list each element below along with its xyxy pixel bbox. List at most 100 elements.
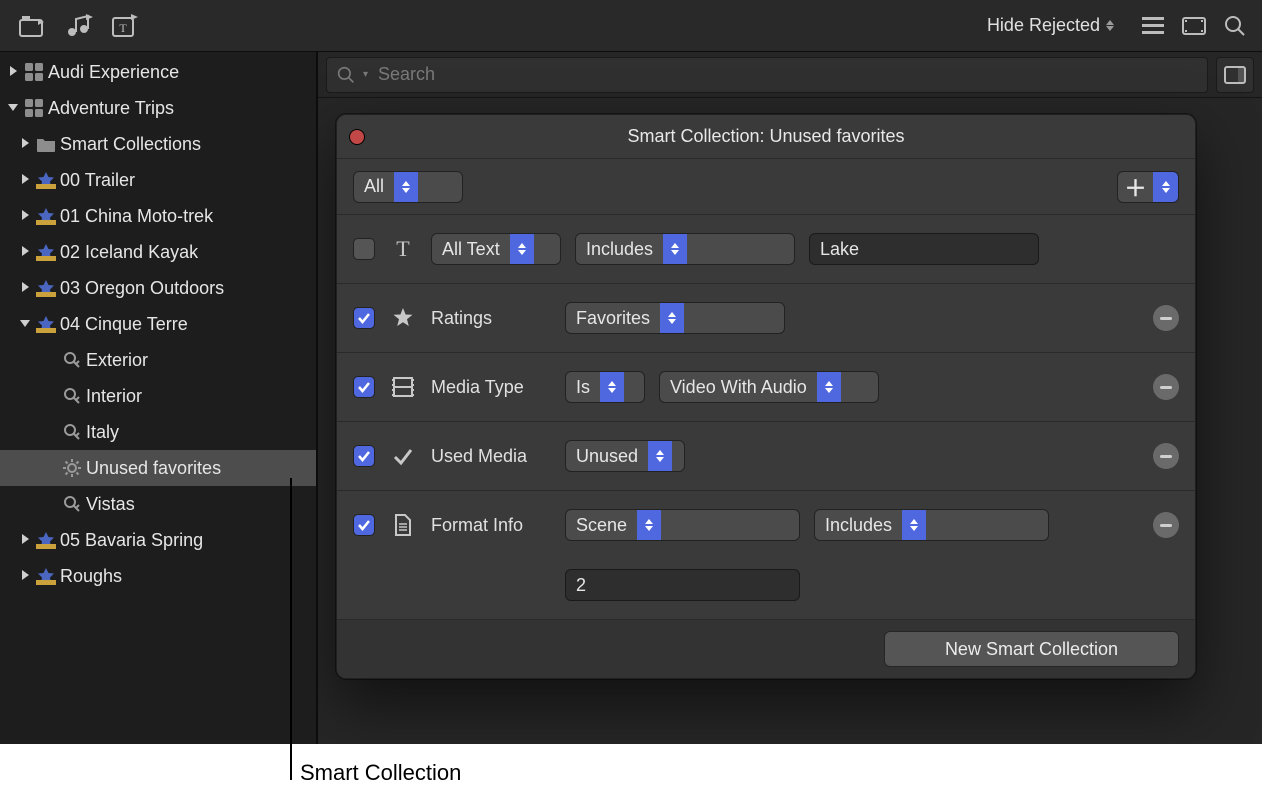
remove-rule-button[interactable]: [1153, 305, 1179, 331]
sidebar-item[interactable]: 02 Iceland Kayak: [0, 234, 316, 270]
sidebar-item-label: Smart Collections: [60, 134, 201, 155]
disclosure-triangle-icon[interactable]: [18, 570, 32, 583]
search-bar: ▾: [318, 52, 1262, 98]
rule-enabled-checkbox[interactable]: [353, 238, 375, 260]
library-sidebar: Audi Experience Adventure Trips Smart Coll…: [0, 52, 318, 744]
disclosure-triangle-icon[interactable]: [18, 318, 32, 330]
match-mode-select[interactable]: All: [353, 171, 463, 203]
keyword-icon: [58, 387, 86, 405]
sidebar-item[interactable]: 04 Cinque Terre: [0, 306, 316, 342]
sidebar-item-label: Adventure Trips: [48, 98, 174, 119]
text-icon: T: [389, 236, 417, 262]
sidebar-item[interactable]: Smart Collections: [0, 126, 316, 162]
check-icon: [389, 445, 417, 467]
rule-select[interactable]: Unused: [565, 440, 685, 472]
event-icon: [32, 531, 60, 549]
filmstrip-view-icon[interactable]: [1182, 17, 1206, 35]
filter-popup[interactable]: Hide Rejected: [971, 9, 1130, 42]
rule-value-input[interactable]: [565, 569, 800, 601]
filter-rule-row: T All Text Includes: [337, 215, 1195, 284]
rule-select[interactable]: Video With Audio: [659, 371, 879, 403]
disclosure-triangle-icon[interactable]: [6, 66, 20, 79]
filter-hud-title: Smart Collection: Unused favorites: [627, 126, 904, 147]
sidebar-item[interactable]: Italy: [0, 414, 316, 450]
sidebar-item-label: Unused favorites: [86, 458, 221, 479]
sidebar-item[interactable]: Interior: [0, 378, 316, 414]
keyword-icon: [58, 495, 86, 513]
filter-rule-row: Ratings Favorites: [337, 284, 1195, 353]
sidebar-item[interactable]: Exterior: [0, 342, 316, 378]
disclosure-triangle-icon[interactable]: [18, 534, 32, 547]
remove-rule-button[interactable]: [1153, 443, 1179, 469]
rule-label: Format Info: [431, 515, 551, 536]
clip-appearance-button[interactable]: [1216, 57, 1254, 93]
keyword-icon: [58, 351, 86, 369]
search-field-wrap[interactable]: ▾: [326, 57, 1208, 93]
rule-label: Ratings: [431, 308, 551, 329]
chevron-down-icon: ▾: [363, 69, 368, 80]
filter-hud-footer: New Smart Collection: [337, 620, 1195, 678]
event-icon: [32, 279, 60, 297]
add-rule-menu[interactable]: [1153, 171, 1179, 203]
sidebar-item[interactable]: Roughs: [0, 558, 316, 594]
svg-text:T: T: [119, 21, 127, 35]
import-media-icon[interactable]: [10, 0, 56, 51]
sidebar-item-label: 00 Trailer: [60, 170, 135, 191]
rule-select[interactable]: Favorites: [565, 302, 785, 334]
rule-enabled-checkbox[interactable]: [353, 376, 375, 398]
disclosure-triangle-icon[interactable]: [18, 210, 32, 223]
list-view-icon[interactable]: [1142, 17, 1164, 35]
sidebar-item[interactable]: Vistas: [0, 486, 316, 522]
sidebar-item-label: Roughs: [60, 566, 122, 587]
rule-select[interactable]: Scene: [565, 509, 800, 541]
add-rule-button[interactable]: ＋: [1117, 171, 1153, 203]
sidebar-item-label: Italy: [86, 422, 119, 443]
disclosure-triangle-icon[interactable]: [18, 282, 32, 295]
sidebar-item[interactable]: 05 Bavaria Spring: [0, 522, 316, 558]
rule-value-input[interactable]: [809, 233, 1039, 265]
event-icon: [32, 207, 60, 225]
disclosure-triangle-icon[interactable]: [6, 102, 20, 114]
sidebar-item[interactable]: Audi Experience: [0, 54, 316, 90]
rule-select[interactable]: Includes: [814, 509, 1049, 541]
sidebar-item-label: Interior: [86, 386, 142, 407]
close-window-button[interactable]: [349, 129, 365, 145]
rule-select[interactable]: Includes: [575, 233, 795, 265]
titles-generators-icon[interactable]: T: [102, 0, 148, 51]
sidebar-item-label: Audi Experience: [48, 62, 179, 83]
sidebar-item[interactable]: 01 China Moto-trek: [0, 198, 316, 234]
rule-enabled-checkbox[interactable]: [353, 445, 375, 467]
disclosure-triangle-icon[interactable]: [18, 246, 32, 259]
new-smart-collection-button[interactable]: New Smart Collection: [884, 631, 1179, 667]
app-window: T Hide Rejected Audi Experience Adventure…: [0, 0, 1262, 744]
library-icon: [20, 98, 48, 118]
rule-enabled-checkbox[interactable]: [353, 307, 375, 329]
remove-rule-button[interactable]: [1153, 374, 1179, 400]
top-toolbar: T Hide Rejected: [0, 0, 1262, 52]
folder-icon: [32, 136, 60, 152]
import-audio-icon[interactable]: [56, 0, 102, 51]
rule-label: Media Type: [431, 377, 551, 398]
search-input[interactable]: [376, 63, 1197, 86]
annotation-leader-line: [290, 478, 292, 780]
filter-rule-row: Used MediaUnused: [337, 422, 1195, 491]
rule-select[interactable]: Is: [565, 371, 645, 403]
sidebar-item[interactable]: Adventure Trips: [0, 90, 316, 126]
sidebar-item[interactable]: Unused favorites: [0, 450, 316, 486]
filter-hud-title-bar: Smart Collection: Unused favorites: [337, 115, 1195, 159]
search-icon[interactable]: [1224, 15, 1246, 37]
annotation-label: Smart Collection: [300, 760, 461, 786]
sidebar-item[interactable]: 00 Trailer: [0, 162, 316, 198]
star-icon: [389, 307, 417, 329]
event-icon: [32, 171, 60, 189]
filter-popup-label: Hide Rejected: [987, 15, 1100, 36]
remove-rule-button[interactable]: [1153, 512, 1179, 538]
sidebar-item-label: 01 China Moto-trek: [60, 206, 213, 227]
disclosure-triangle-icon[interactable]: [18, 138, 32, 151]
film-icon: [389, 376, 417, 398]
filter-rule-row: Format Info Scene Includes: [337, 491, 1195, 620]
sidebar-item[interactable]: 03 Oregon Outdoors: [0, 270, 316, 306]
rule-select[interactable]: All Text: [431, 233, 561, 265]
rule-enabled-checkbox[interactable]: [353, 514, 375, 536]
disclosure-triangle-icon[interactable]: [18, 174, 32, 187]
